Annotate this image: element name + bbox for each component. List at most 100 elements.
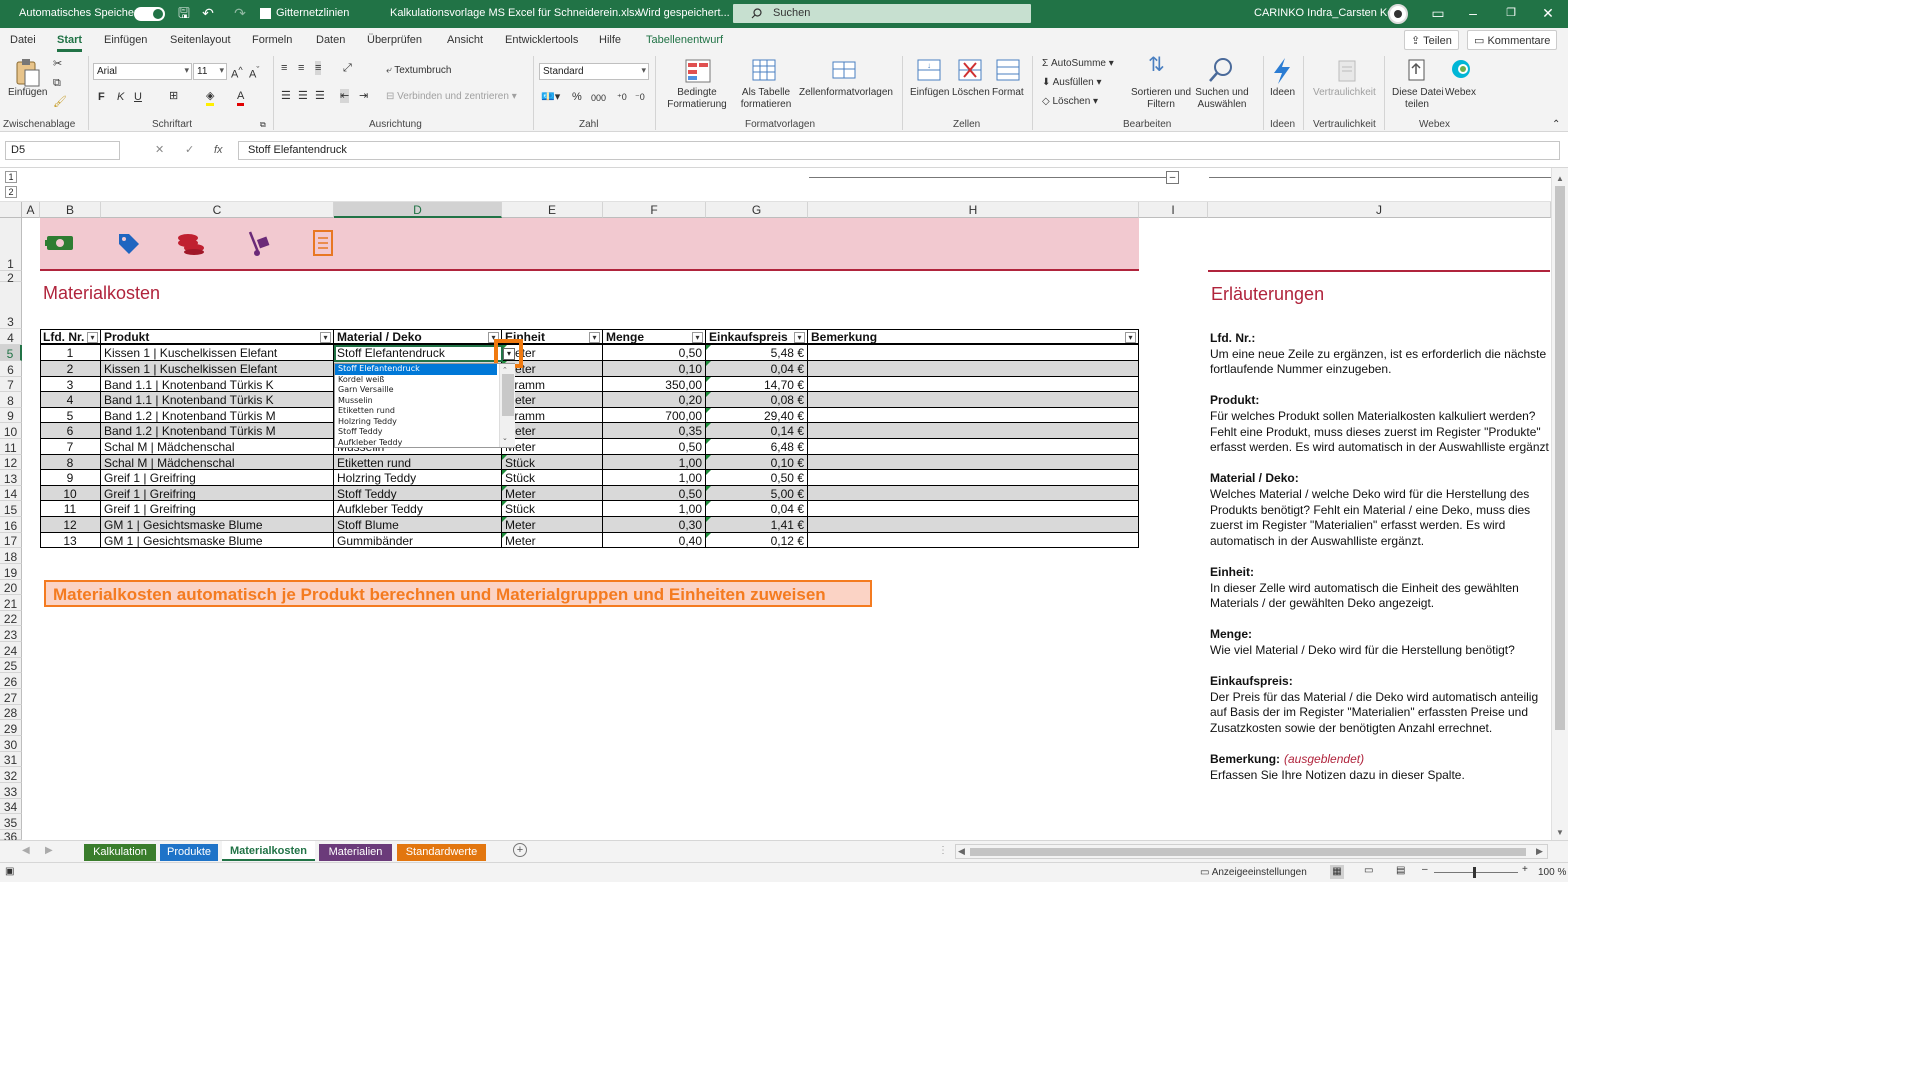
webex-icon[interactable]	[1450, 58, 1472, 80]
table-cell[interactable]: 0,50	[603, 487, 705, 502]
row-header-15[interactable]: 15	[0, 501, 22, 517]
vertical-scrollbar[interactable]: ▲ ▼	[1551, 168, 1568, 840]
delete-cells-label[interactable]: Löschen	[952, 87, 990, 99]
table-cell[interactable]: 4	[40, 393, 100, 408]
column-header-j[interactable]: J	[1208, 202, 1551, 218]
name-box[interactable]: D5	[5, 141, 120, 160]
font-color-icon[interactable]: A	[237, 89, 245, 106]
active-cell[interactable]	[334, 345, 503, 362]
webex-label[interactable]: Webex	[1445, 87, 1476, 99]
format-cells-label[interactable]: Format	[992, 87, 1024, 99]
table-cell[interactable]: Stück	[502, 471, 602, 486]
table-cell[interactable]: Kissen 1 | Kuschelkissen Elefant	[101, 346, 333, 361]
row-header-16[interactable]: 16	[0, 517, 22, 533]
undo-icon[interactable]: ↶	[200, 5, 216, 21]
row-header-17[interactable]: 17	[0, 533, 22, 548]
dropdown-option[interactable]: Etiketten rund	[335, 406, 497, 417]
row-header-19[interactable]: 19	[0, 564, 22, 580]
table-cell[interactable]: 5,00 €	[706, 487, 807, 502]
zoom-slider[interactable]	[1434, 872, 1518, 873]
table-cell[interactable]: Schal M | Mädchenschal	[101, 440, 333, 455]
comments-button[interactable]: ▭ Kommentare	[1467, 30, 1558, 50]
table-cell[interactable]: 0,04 €	[706, 362, 807, 377]
indent-increase-icon[interactable]: ⇥	[359, 89, 368, 103]
dropdown-option[interactable]: Garn Versaille	[335, 385, 497, 396]
tab-daten[interactable]: Daten	[316, 34, 345, 46]
filter-dropdown-icon[interactable]: ▾	[1125, 332, 1136, 343]
row-header-23[interactable]: 23	[0, 626, 22, 642]
tab-entwicklertools[interactable]: Entwicklertools	[505, 34, 578, 46]
horizontal-scroll-thumb[interactable]	[970, 848, 1526, 856]
orientation-icon[interactable]: ⤢	[343, 61, 352, 75]
table-cell[interactable]: Kissen 1 | Kuschelkissen Elefant	[101, 362, 333, 377]
collapse-ribbon-icon[interactable]: ⌃	[1552, 118, 1560, 132]
share-file-icon[interactable]	[1406, 57, 1428, 83]
table-cell[interactable]: Stoff Blume	[334, 518, 501, 533]
page-break-view-icon[interactable]: ▤	[1396, 865, 1405, 876]
ideas-icon[interactable]	[1271, 57, 1293, 85]
table-cell[interactable]: 0,12 €	[706, 534, 807, 549]
coins-icon[interactable]	[176, 230, 208, 256]
column-header-i[interactable]: I	[1139, 202, 1208, 218]
share-button[interactable]: ⇪ Teilen	[1404, 30, 1459, 50]
shrink-font-icon[interactable]: Aˇ	[249, 63, 259, 82]
clear-button[interactable]: ◇ Löschen ▾	[1042, 95, 1098, 109]
scroll-thumb[interactable]	[502, 374, 514, 416]
autosum-button[interactable]: Σ AutoSumme ▾	[1042, 57, 1114, 71]
fill-color-icon[interactable]: ◈	[206, 89, 215, 106]
sensitivity-icon[interactable]	[1337, 57, 1359, 83]
dropdown-scrollbar[interactable]: ⌃ ⌄	[499, 364, 515, 447]
table-cell[interactable]: Stück	[502, 456, 602, 471]
table-cell[interactable]: 11	[40, 502, 100, 517]
table-cell[interactable]: Band 1.2 | Knotenband Türkis M	[101, 424, 333, 439]
zoom-level[interactable]: 100 %	[1538, 867, 1566, 878]
sort-filter-icon[interactable]: ⇅	[1148, 55, 1165, 75]
table-cell[interactable]: 0,50 €	[706, 471, 807, 486]
macro-record-icon[interactable]: ▣	[5, 866, 14, 877]
row-header-9[interactable]: 9	[0, 408, 22, 423]
table-cell[interactable]: 6,48 €	[706, 440, 807, 455]
column-header-c[interactable]: C	[101, 202, 334, 218]
row-header-25[interactable]: 25	[0, 658, 22, 673]
table-cell[interactable]: 10	[40, 487, 100, 502]
cut-icon[interactable]: ✂	[53, 57, 62, 71]
sheet-tab-materialien[interactable]: Materialien	[319, 844, 392, 861]
delete-cells-icon[interactable]	[958, 59, 984, 83]
tab-einfuegen[interactable]: Einfügen	[104, 34, 147, 46]
zoom-in-icon[interactable]: +	[1522, 864, 1528, 875]
row-header-36[interactable]: 36	[0, 830, 22, 844]
table-cell[interactable]: Gummibänder	[334, 534, 501, 549]
format-as-table-label[interactable]: Als Tabelle formatieren	[734, 87, 798, 111]
table-cell[interactable]: Greif 1 | Greifring	[101, 471, 333, 486]
scroll-down-arrow-icon[interactable]: ▼	[1556, 828, 1564, 837]
table-cell[interactable]: GM 1 | Gesichtsmaske Blume	[101, 534, 333, 549]
price-tag-icon[interactable]	[115, 230, 141, 256]
vertical-scroll-thumb[interactable]	[1555, 186, 1565, 730]
row-header-21[interactable]: 21	[0, 595, 22, 611]
table-cell[interactable]: 8	[40, 456, 100, 471]
table-cell[interactable]: Schal M | Mädchenschal	[101, 456, 333, 471]
tab-scroll-right-icon[interactable]: ▶	[45, 845, 53, 856]
page-layout-view-icon[interactable]: ▭	[1364, 865, 1373, 876]
tab-datei[interactable]: Datei	[10, 34, 36, 46]
indent-decrease-icon[interactable]: ⇤	[340, 89, 350, 103]
table-cell[interactable]: Meter	[502, 518, 602, 533]
normal-view-icon[interactable]: ▦	[1330, 865, 1344, 879]
restore-icon[interactable]: ❐	[1503, 5, 1519, 21]
row-header-5[interactable]: 5	[0, 345, 22, 361]
table-cell[interactable]: 1,00	[603, 471, 705, 486]
table-cell[interactable]: Band 1.1 | Knotenband Türkis K	[101, 378, 333, 393]
formula-input[interactable]: Stoff Elefantendruck	[238, 141, 1560, 160]
insert-function-icon[interactable]: fx	[214, 143, 223, 157]
minimize-icon[interactable]: –	[1465, 5, 1481, 21]
column-header-d[interactable]: D	[334, 202, 502, 218]
filter-dropdown-icon[interactable]: ▾	[589, 332, 600, 343]
column-header-a[interactable]: A	[22, 202, 40, 218]
table-cell[interactable]: 29,40 €	[706, 409, 807, 424]
conditional-formatting-icon[interactable]	[685, 59, 711, 83]
sheet-tab-produkte[interactable]: Produkte	[160, 844, 218, 861]
redo-icon[interactable]: ↷	[232, 5, 248, 21]
dropdown-option[interactable]: Kordel weiß	[335, 375, 497, 386]
row-header-6[interactable]: 6	[0, 361, 22, 377]
border-icon[interactable]: ⊞	[169, 89, 178, 103]
